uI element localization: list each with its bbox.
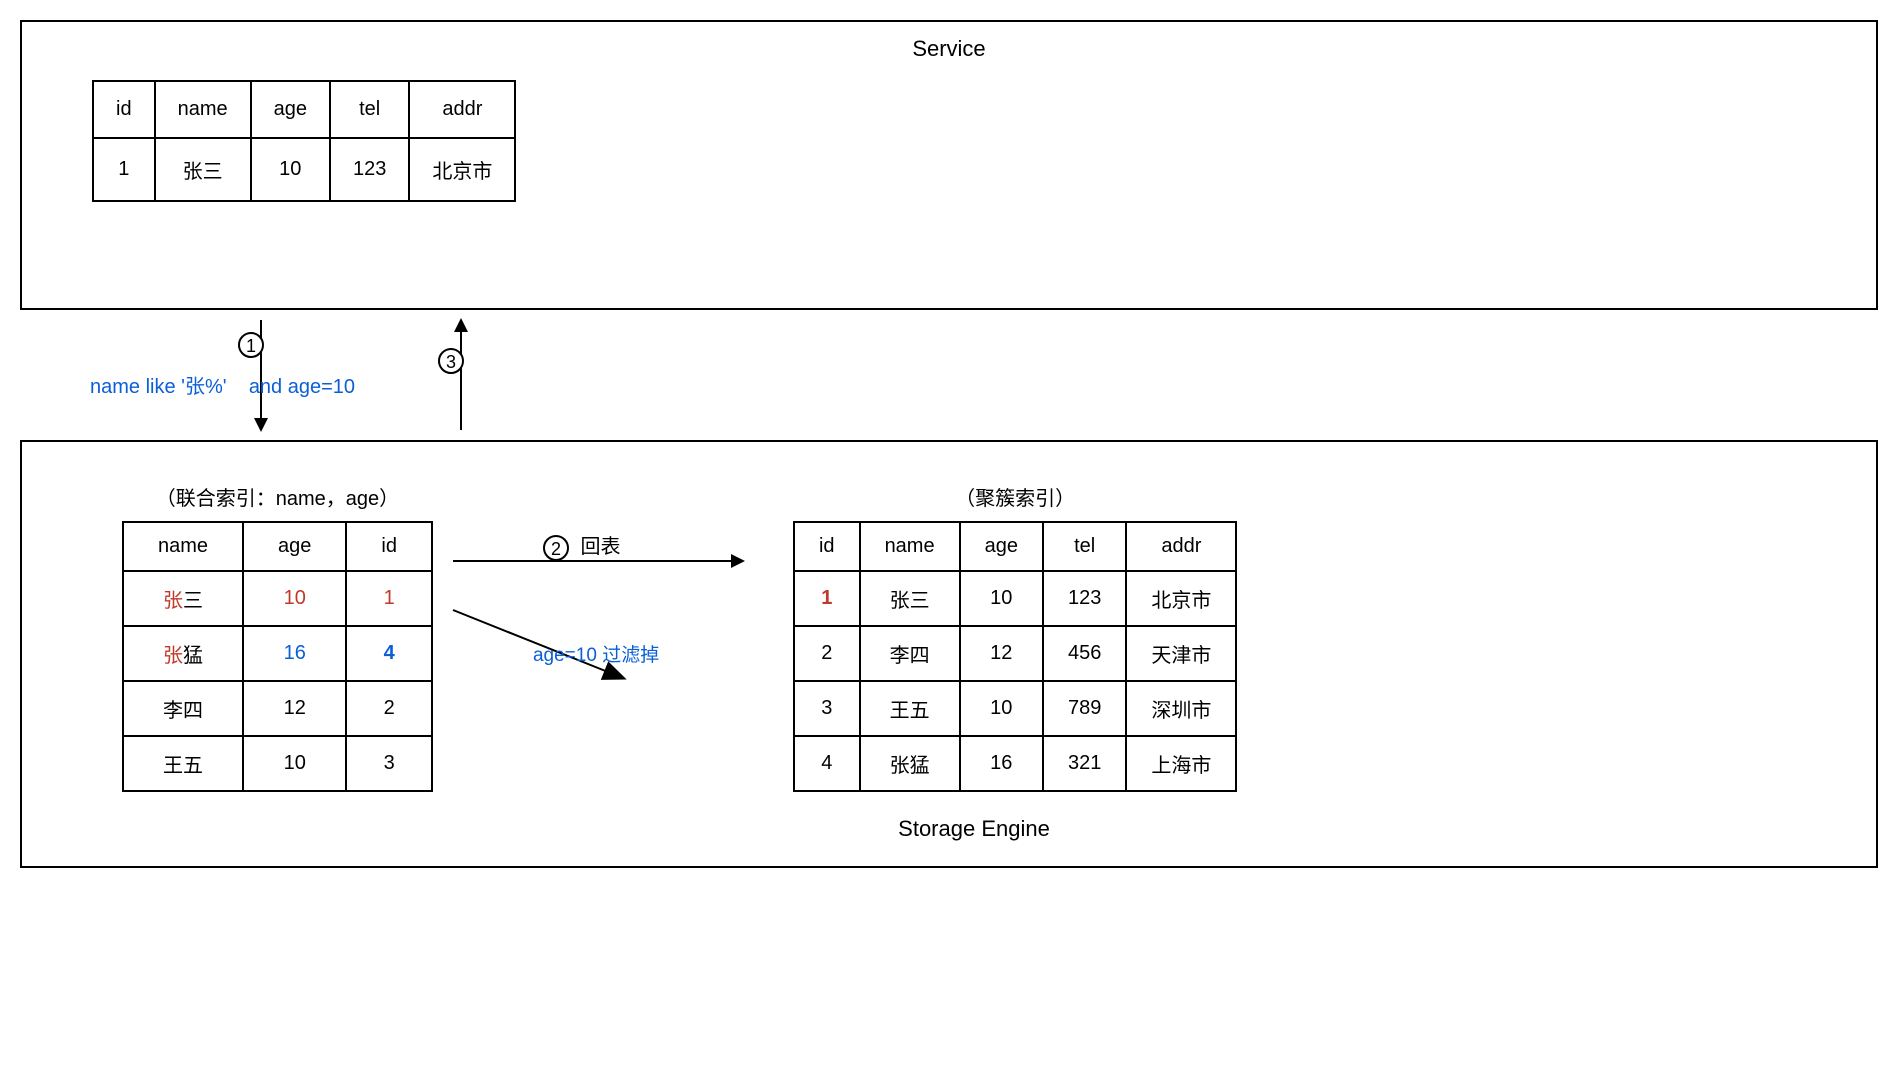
step-3-marker: 3 — [438, 348, 464, 374]
cell-name: 王五 — [860, 681, 960, 736]
cell-id: 4 — [346, 626, 432, 681]
col-age: age — [960, 522, 1043, 571]
cell-id: 1 — [346, 571, 432, 626]
table-row: 李四 12 2 — [123, 681, 432, 736]
col-tel: tel — [1043, 522, 1126, 571]
clustered-index-column: （聚簇索引） id name age tel addr 1 张三 10 123 … — [793, 482, 1237, 792]
flow-arrows-area: 1 3 name like '张%' and age=10 — [20, 310, 1878, 440]
table-header-row: id name age tel addr — [794, 522, 1236, 571]
cell-age: 10 — [243, 736, 346, 791]
cell-age: 16 — [243, 626, 346, 681]
cell-tel: 321 — [1043, 736, 1126, 791]
col-age: age — [251, 81, 330, 138]
cell-id: 2 — [346, 681, 432, 736]
col-addr: addr — [409, 81, 515, 138]
table-row: 1 张三 10 123 北京市 — [93, 138, 515, 201]
col-id: id — [346, 522, 432, 571]
clustered-index-table: id name age tel addr 1 张三 10 123 北京市 2 李… — [793, 521, 1237, 792]
callback-text: 回表 — [581, 536, 621, 558]
step-2-label: 2 回表 — [543, 530, 621, 561]
col-name: name — [123, 522, 243, 571]
col-addr: addr — [1126, 522, 1236, 571]
col-id: id — [93, 81, 155, 138]
cell-id: 3 — [794, 681, 860, 736]
cell-id: 3 — [346, 736, 432, 791]
storage-engine-box: （联合索引：name，age） name age id 张三 10 1 张猛 1… — [20, 440, 1878, 868]
service-title: Service — [92, 36, 1806, 62]
cell-age: 10 — [251, 138, 330, 201]
cell-id: 4 — [794, 736, 860, 791]
query-part-1: name like '张%' — [90, 376, 227, 398]
col-name: name — [860, 522, 960, 571]
cell-name: 李四 — [860, 626, 960, 681]
col-id: id — [794, 522, 860, 571]
composite-index-column: （联合索引：name，age） name age id 张三 10 1 张猛 1… — [122, 482, 433, 792]
composite-index-caption: （联合索引：name，age） — [156, 482, 399, 511]
cell-name: 张三 — [123, 571, 243, 626]
cell-tel: 123 — [1043, 571, 1126, 626]
cell-addr: 北京市 — [1126, 571, 1236, 626]
cell-tel: 456 — [1043, 626, 1126, 681]
cell-name: 张三 — [860, 571, 960, 626]
filter-condition-label: age=10 过滤掉 — [533, 640, 659, 667]
service-result-table: id name age tel addr 1 张三 10 123 北京市 — [92, 80, 516, 202]
query-part-2: and age=10 — [249, 376, 355, 398]
table-lookup-arrows: 2 回表 age=10 过滤掉 — [473, 482, 753, 742]
cell-age: 10 — [960, 571, 1043, 626]
cell-name: 张猛 — [123, 626, 243, 681]
table-row: 1 张三 10 123 北京市 — [794, 571, 1236, 626]
cell-addr: 上海市 — [1126, 736, 1236, 791]
cell-addr: 深圳市 — [1126, 681, 1236, 736]
table-row: 王五 10 3 — [123, 736, 432, 791]
clustered-index-caption: （聚簇索引） — [955, 482, 1075, 511]
table-header-row: name age id — [123, 522, 432, 571]
cell-tel: 789 — [1043, 681, 1126, 736]
service-box: Service id name age tel addr 1 张三 10 123… — [20, 20, 1878, 310]
col-age: age — [243, 522, 346, 571]
table-row: 4 张猛 16 321 上海市 — [794, 736, 1236, 791]
step-1-marker: 1 — [238, 332, 264, 358]
cell-age: 10 — [960, 681, 1043, 736]
storage-engine-title: Storage Engine — [122, 816, 1826, 842]
table-row: 张猛 16 4 — [123, 626, 432, 681]
cell-age: 12 — [243, 681, 346, 736]
cell-age: 10 — [243, 571, 346, 626]
query-condition-label: name like '张%' and age=10 — [90, 370, 355, 399]
cell-age: 16 — [960, 736, 1043, 791]
cell-id: 1 — [794, 571, 860, 626]
cell-addr: 北京市 — [409, 138, 515, 201]
cell-addr: 天津市 — [1126, 626, 1236, 681]
cell-id: 2 — [794, 626, 860, 681]
cell-name: 张三 — [155, 138, 251, 201]
table-row: 2 李四 12 456 天津市 — [794, 626, 1236, 681]
table-row: 张三 10 1 — [123, 571, 432, 626]
col-tel: tel — [330, 81, 409, 138]
arrow-up-icon — [460, 320, 462, 430]
cell-id: 1 — [93, 138, 155, 201]
col-name: name — [155, 81, 251, 138]
table-row: 3 王五 10 789 深圳市 — [794, 681, 1236, 736]
composite-index-table: name age id 张三 10 1 张猛 16 4 李四 12 2 — [122, 521, 433, 792]
step-2-marker: 2 — [543, 535, 569, 561]
cell-tel: 123 — [330, 138, 409, 201]
cell-age: 12 — [960, 626, 1043, 681]
cell-name: 张猛 — [860, 736, 960, 791]
cell-name: 李四 — [123, 681, 243, 736]
table-header-row: id name age tel addr — [93, 81, 515, 138]
cell-name: 王五 — [123, 736, 243, 791]
